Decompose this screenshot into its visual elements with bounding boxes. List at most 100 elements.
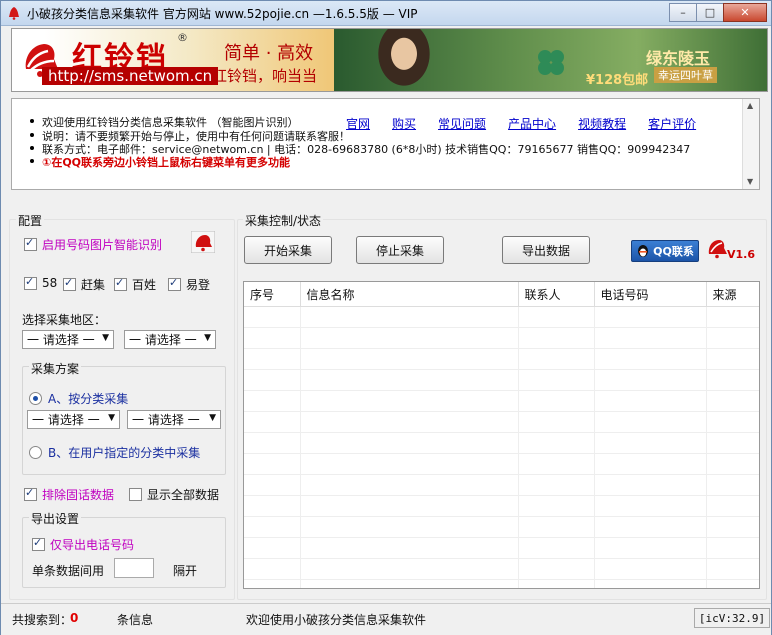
brand-url: http://sms.netwom.cn <box>42 67 219 85</box>
table-cell <box>594 537 707 559</box>
app-bell-icon <box>9 7 19 20</box>
checkbox-mark[interactable] <box>24 275 37 290</box>
table-row[interactable] <box>244 327 759 349</box>
column-header-source[interactable]: 来源 <box>706 282 759 307</box>
table-cell <box>244 306 301 328</box>
chevron-down-icon[interactable]: ▼ <box>209 413 216 423</box>
checkbox-mark[interactable] <box>129 488 142 501</box>
control-title: 采集控制/状态 <box>243 212 324 229</box>
table-body <box>244 306 759 588</box>
minimize-button[interactable]: – <box>669 3 697 22</box>
checkbox-mark[interactable] <box>32 536 45 551</box>
table-row[interactable] <box>244 306 759 328</box>
table-row[interactable] <box>244 411 759 433</box>
scheme-b-radio[interactable]: B、在用户指定的分类中采集 <box>29 444 200 461</box>
config-title: 配置 <box>16 212 45 229</box>
exclude-landline-checkbox[interactable]: 排除固话数据 <box>24 486 114 503</box>
link-faq[interactable]: 常见问题 <box>438 115 486 132</box>
checkbox-mark[interactable] <box>168 276 181 291</box>
checkbox-mark[interactable] <box>114 276 127 291</box>
brand-banner[interactable]: 红铃铛 ® http://sms.netwom.cn 简单 · 高效 红铃铛，响… <box>12 29 334 91</box>
radio-mark[interactable] <box>29 446 42 459</box>
maximize-button[interactable]: □ <box>696 3 724 22</box>
scroll-down-icon[interactable]: ▼ <box>747 177 753 186</box>
radio-mark[interactable] <box>29 392 42 405</box>
table-row[interactable] <box>244 432 759 454</box>
table-row[interactable] <box>244 558 759 580</box>
table-row[interactable] <box>244 453 759 475</box>
found-count: 0 <box>70 611 79 625</box>
checkbox-mark[interactable] <box>24 486 37 501</box>
scheme-title: 采集方案 <box>29 360 82 377</box>
chevron-down-icon[interactable]: ▼ <box>102 333 109 343</box>
table-cell <box>518 516 595 538</box>
chevron-down-icon[interactable]: ▼ <box>108 413 115 423</box>
category-select-secondary[interactable]: 一 请选择 一 ▼ <box>127 410 221 429</box>
table-row[interactable] <box>244 516 759 538</box>
ad-banner[interactable]: ¥128包邮 绿东陵玉 幸运四叶草 <box>334 29 767 91</box>
interval-suffix: 隔开 <box>173 564 198 578</box>
status-bar: 共搜索到： 0 条信息 欢迎使用小破孩分类信息采集软件 [icV:32.9] <box>1 603 771 635</box>
table-cell <box>244 390 301 412</box>
table-cell <box>706 327 759 349</box>
table-row[interactable] <box>244 369 759 391</box>
export-button[interactable]: 导出数据 <box>502 236 590 264</box>
start-button[interactable]: 开始采集 <box>244 236 332 264</box>
smart-ocr-checkbox[interactable]: 启用号码图片智能识别 <box>24 236 162 253</box>
source-58-checkbox[interactable]: 58 <box>24 275 57 290</box>
table-row[interactable] <box>244 474 759 496</box>
source-yideng-checkbox[interactable]: 易登 <box>168 276 210 293</box>
checkbox-mark[interactable] <box>63 276 76 291</box>
table-cell <box>300 348 519 370</box>
link-official-site[interactable]: 官网 <box>346 115 370 132</box>
region-select-city-value: 一 请选择 一 <box>129 333 197 347</box>
table-header-row: 序号 信息名称 联系人 电话号码 来源 <box>244 282 759 307</box>
ad-model-image <box>374 29 434 91</box>
stop-button[interactable]: 停止采集 <box>356 236 444 264</box>
source-baixing-checkbox[interactable]: 百姓 <box>114 276 156 293</box>
smart-ocr-label: 启用号码图片智能识别 <box>42 238 163 252</box>
close-button[interactable]: ✕ <box>723 3 767 22</box>
column-header-phone[interactable]: 电话号码 <box>594 282 707 307</box>
found-unit: 条信息 <box>117 613 154 627</box>
qq-contact-button[interactable]: QQ联系 <box>631 240 699 262</box>
scroll-up-icon[interactable]: ▲ <box>747 101 753 110</box>
table-cell <box>706 369 759 391</box>
table-cell <box>594 348 707 370</box>
table-row[interactable] <box>244 537 759 559</box>
table-row[interactable] <box>244 390 759 412</box>
region-select-province[interactable]: 一 请选择 一 ▼ <box>22 330 114 349</box>
checkbox-mark[interactable] <box>24 236 37 251</box>
table-cell <box>518 327 595 349</box>
column-header-title[interactable]: 信息名称 <box>300 282 519 307</box>
link-reviews[interactable]: 客户评价 <box>648 115 696 132</box>
link-video-tutorials[interactable]: 视频教程 <box>578 115 626 132</box>
region-select-city[interactable]: 一 请选择 一 ▼ <box>124 330 216 349</box>
source-ganji-checkbox[interactable]: 赶集 <box>63 276 105 293</box>
column-header-index[interactable]: 序号 <box>244 282 301 307</box>
table-cell <box>300 537 519 559</box>
bell-icon[interactable] <box>191 231 215 253</box>
table-cell <box>518 474 595 496</box>
category-select-primary[interactable]: 一 请选择 一 ▼ <box>27 410 120 429</box>
table-cell <box>300 516 519 538</box>
table-row[interactable] <box>244 495 759 517</box>
results-table[interactable]: 序号 信息名称 联系人 电话号码 来源 <box>243 281 760 589</box>
table-cell <box>706 411 759 433</box>
scheme-b-label: B、在用户指定的分类中采集 <box>48 446 201 460</box>
table-cell <box>594 411 707 433</box>
separator-input[interactable] <box>114 558 154 578</box>
chevron-down-icon[interactable]: ▼ <box>204 333 211 343</box>
link-buy[interactable]: 购买 <box>392 115 416 132</box>
link-products[interactable]: 产品中心 <box>508 115 556 132</box>
scheme-a-radio[interactable]: A、按分类采集 <box>29 390 128 407</box>
info-scrollbar[interactable]: ▲ ▼ <box>742 99 759 189</box>
bell-menu-icon[interactable] <box>706 237 728 259</box>
table-row[interactable] <box>244 579 759 588</box>
table-cell <box>518 390 595 412</box>
column-header-contact[interactable]: 联系人 <box>518 282 595 307</box>
show-all-checkbox[interactable]: 显示全部数据 <box>129 486 219 503</box>
table-cell <box>706 474 759 496</box>
export-phone-only-checkbox[interactable]: 仅导出电话号码 <box>32 536 134 553</box>
table-row[interactable] <box>244 348 759 370</box>
